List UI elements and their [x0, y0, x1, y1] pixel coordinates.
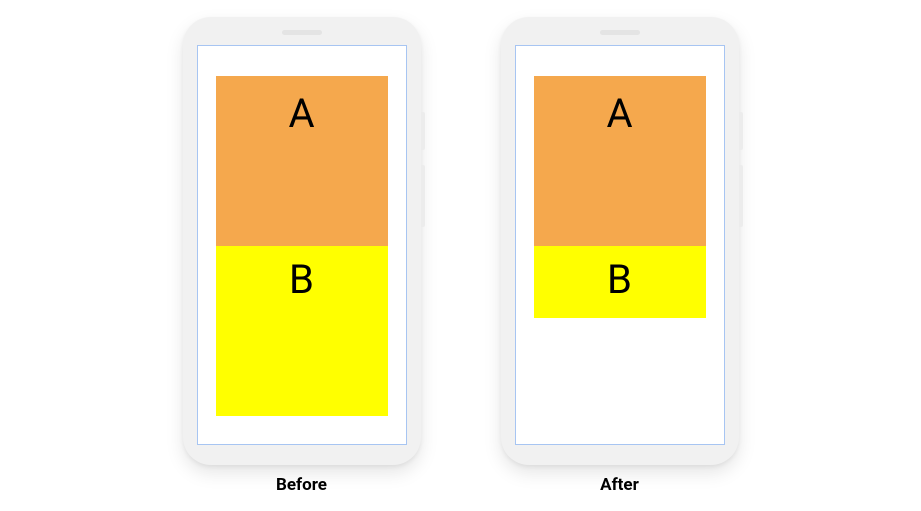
block-b-label: B	[289, 260, 314, 300]
block-a-label: A	[606, 94, 632, 134]
caption-before: Before	[276, 475, 327, 495]
screen-after: A B	[515, 45, 725, 445]
block-a-after: A	[534, 76, 706, 246]
phone-after-container: A B After	[501, 17, 739, 495]
block-b-before: B	[216, 246, 388, 416]
speaker-icon	[282, 30, 322, 35]
caption-after: After	[600, 475, 639, 495]
power-button-icon	[739, 112, 743, 150]
power-button-icon	[421, 112, 425, 150]
block-a-before: A	[216, 76, 388, 246]
block-a-label: A	[288, 94, 314, 134]
phone-before-container: A B Before	[183, 17, 421, 495]
volume-button-icon	[421, 165, 425, 227]
volume-button-icon	[739, 165, 743, 227]
block-b-label: B	[607, 260, 632, 300]
speaker-icon	[600, 30, 640, 35]
block-b-after: B	[534, 246, 706, 318]
phone-frame-after: A B	[501, 17, 739, 465]
screen-before: A B	[197, 45, 407, 445]
phone-frame-before: A B	[183, 17, 421, 465]
